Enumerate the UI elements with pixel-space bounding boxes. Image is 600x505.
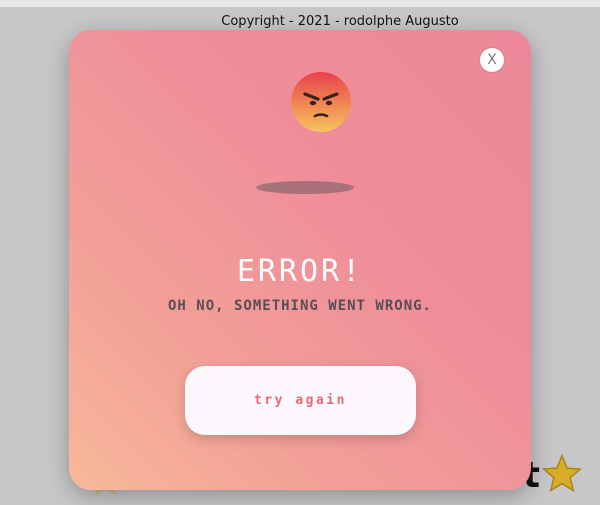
- error-title: ERROR!: [236, 254, 364, 289]
- angry-face-icon: [291, 72, 351, 132]
- copyright-text: Copyright - 2021 - rodolphe Augusto: [221, 14, 459, 29]
- error-message: OH NO, SOMETHING WENT WRONG.: [167, 298, 432, 314]
- face-shadow: [256, 181, 354, 194]
- top-bar: [0, 0, 600, 7]
- star-icon: [541, 453, 583, 493]
- try-again-button[interactable]: try again: [185, 366, 416, 435]
- error-modal: X ERROR! OH NO, SOMETHING WENT WRONG. tr…: [69, 30, 531, 490]
- close-button[interactable]: X: [480, 48, 504, 72]
